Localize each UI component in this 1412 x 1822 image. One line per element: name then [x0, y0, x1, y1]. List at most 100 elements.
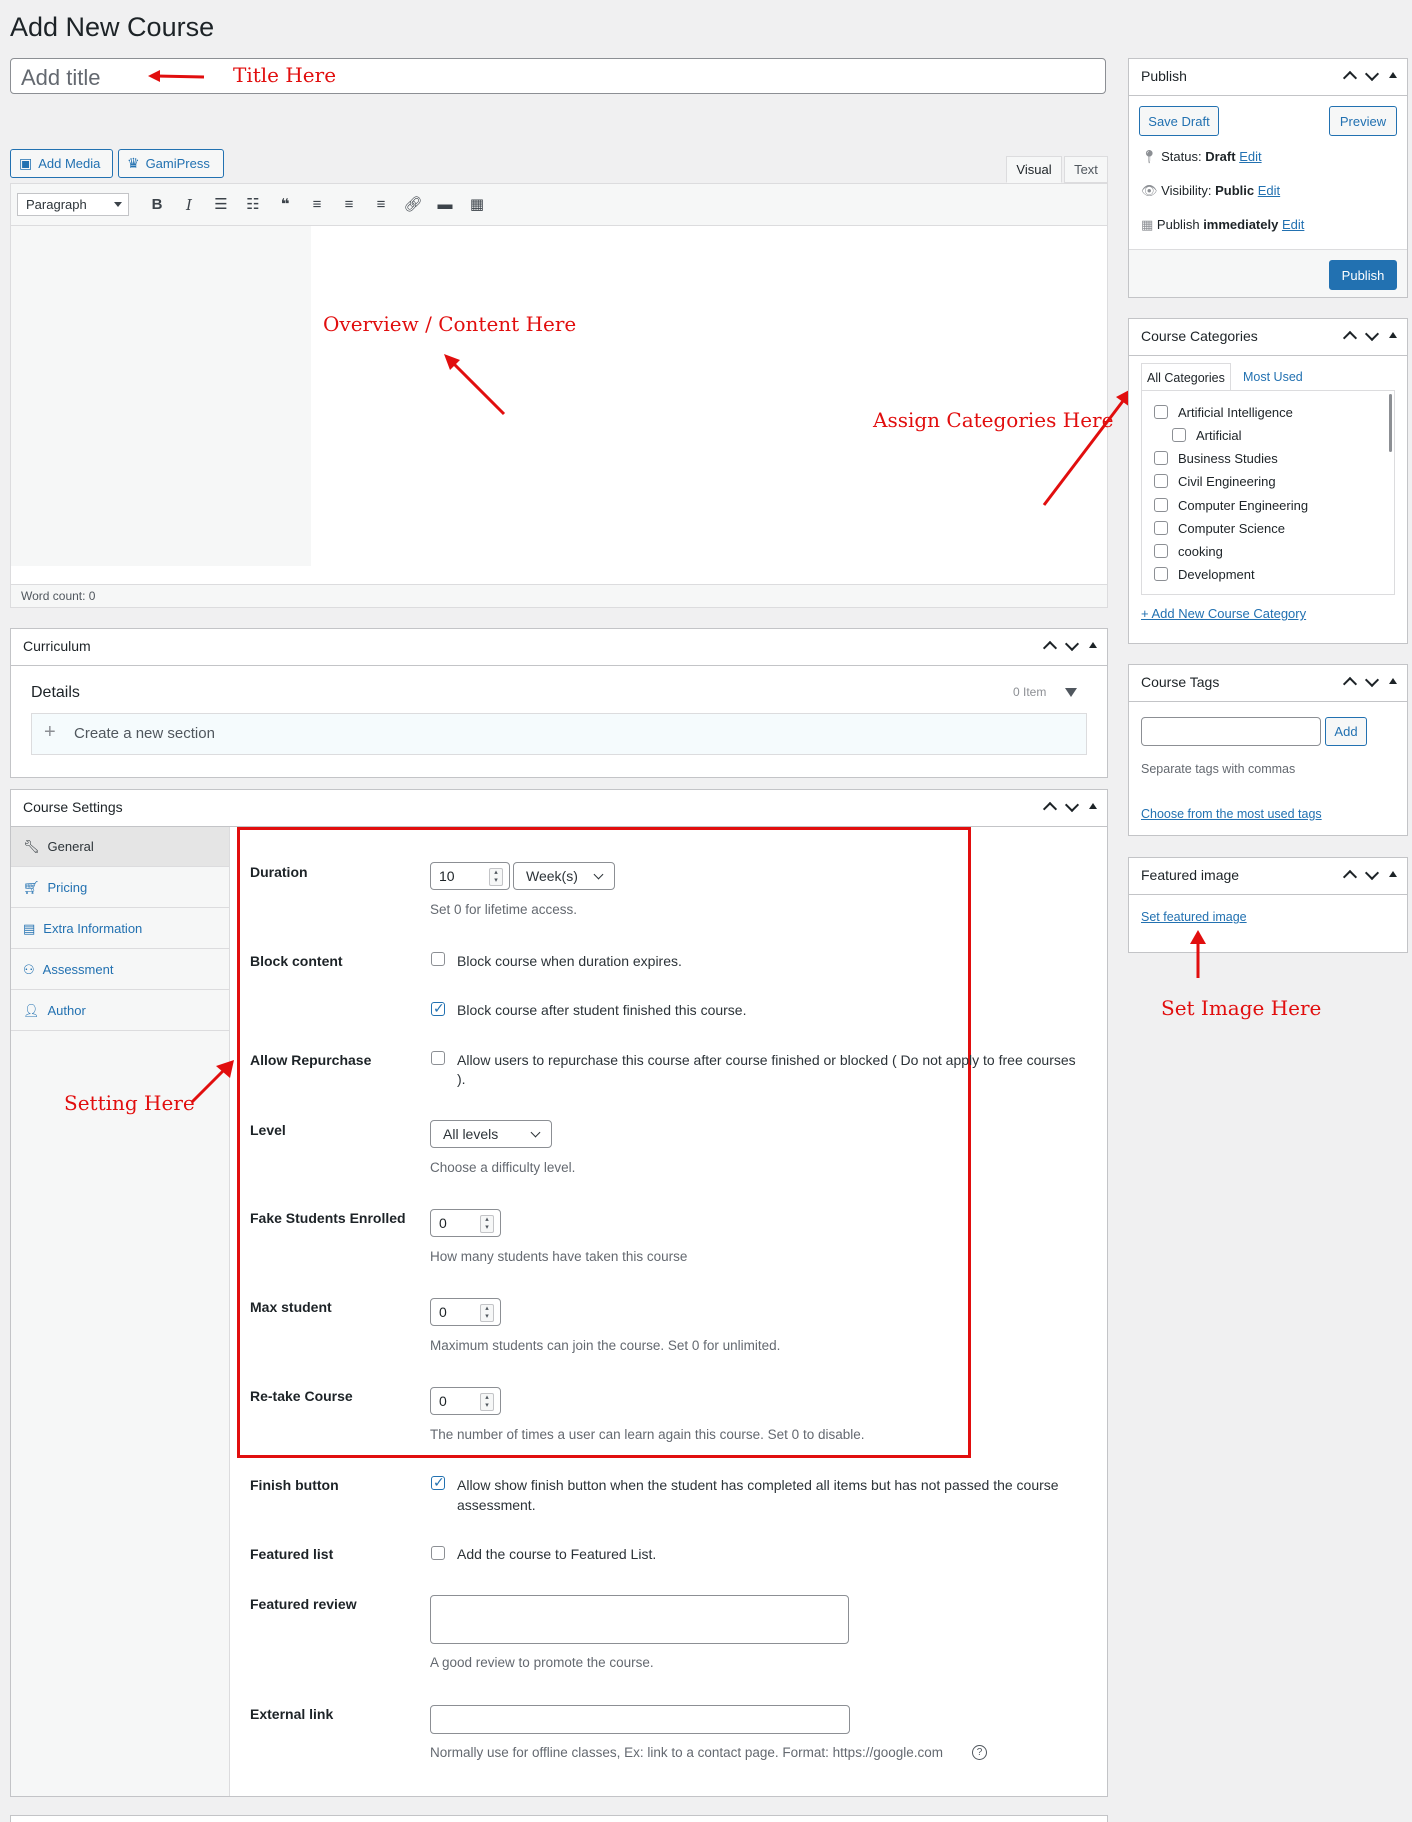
help-icon[interactable]: ? [972, 1745, 987, 1760]
align-right-icon[interactable]: ≡ [371, 196, 391, 214]
link-icon[interactable]: 🔗︎ [403, 196, 423, 214]
category-checkbox[interactable] [1154, 451, 1168, 465]
category-checkbox[interactable] [1154, 567, 1168, 581]
categories-header: Course Categories [1129, 319, 1407, 356]
add-new-category-link[interactable]: + Add New Course Category [1141, 606, 1306, 621]
max-student-label: Max student [250, 1299, 332, 1315]
publish-header: Publish [1129, 59, 1407, 96]
bold-icon[interactable]: B [147, 196, 167, 214]
collapse-icon[interactable] [1089, 642, 1097, 648]
stepper-icon[interactable]: ▴ ▾ [480, 1215, 494, 1233]
tab-text[interactable]: Text [1064, 156, 1108, 183]
category-label: Computer Science [1178, 521, 1285, 536]
set-featured-image-link[interactable]: Set featured image [1141, 910, 1247, 924]
category-checkbox[interactable] [1154, 498, 1168, 512]
move-down-icon[interactable] [1364, 865, 1380, 881]
publish-edit-link[interactable]: Edit [1282, 217, 1304, 232]
visibility-edit-link[interactable]: Edit [1258, 183, 1280, 198]
title-arrow [148, 70, 205, 82]
save-draft-button[interactable]: Save Draft [1139, 106, 1219, 136]
read-more-icon[interactable]: ▬ [435, 196, 455, 214]
tab-visual[interactable]: Visual [1006, 156, 1062, 183]
duration-input[interactable]: 10 ▴ ▾ [430, 862, 510, 890]
move-down-icon[interactable] [1064, 797, 1080, 813]
numbered-list-icon[interactable]: ☷ [243, 196, 263, 214]
caret-down-icon[interactable] [1065, 688, 1077, 697]
allow-repurchase-checkbox[interactable] [431, 1051, 445, 1065]
plus-icon: + [44, 721, 56, 743]
category-label: Artificial [1196, 428, 1242, 443]
status-value: Draft [1205, 149, 1236, 164]
stepper-icon[interactable]: ▴ ▾ [489, 868, 503, 886]
align-left-icon[interactable]: ≡ [307, 196, 327, 214]
external-link-input[interactable] [430, 1705, 850, 1734]
tab-extra-information[interactable]: ▤ Extra Information [11, 909, 229, 949]
featured-review-textarea[interactable] [430, 1595, 849, 1644]
preview-button[interactable]: Preview [1329, 106, 1397, 136]
course-settings-header: Course Settings [11, 790, 1107, 827]
italic-icon[interactable]: I [179, 196, 199, 214]
add-tag-button[interactable]: Add [1325, 717, 1367, 746]
publish-button[interactable]: Publish [1329, 260, 1397, 290]
add-media-button[interactable]: ▣ Add Media [10, 149, 113, 178]
move-up-icon[interactable] [1342, 869, 1358, 885]
gamipress-button[interactable]: ♛ GamiPress [118, 149, 224, 178]
move-up-icon[interactable] [1042, 801, 1058, 817]
category-checkbox[interactable] [1172, 428, 1186, 442]
tab-assessment[interactable]: ⚇ Assessment [11, 950, 229, 990]
add-media-icon: ▣ [19, 155, 33, 171]
level-label: Level [250, 1122, 286, 1138]
block-duration-checkbox[interactable] [431, 952, 445, 966]
retake-desc: The number of times a user can learn aga… [430, 1427, 865, 1442]
move-down-icon[interactable] [1364, 326, 1380, 342]
stepper-icon[interactable]: ▴ ▾ [480, 1304, 494, 1322]
tab-general[interactable]: 🔧︎ General [11, 827, 229, 867]
collapse-icon[interactable] [1089, 803, 1097, 809]
tab-all-categories[interactable]: All Categories [1141, 363, 1231, 391]
move-up-icon[interactable] [1342, 70, 1358, 86]
collapse-icon[interactable] [1389, 678, 1397, 684]
status-edit-link[interactable]: Edit [1239, 149, 1261, 164]
move-up-icon[interactable] [1342, 330, 1358, 346]
tab-most-used[interactable]: Most Used [1243, 370, 1303, 384]
blockquote-icon[interactable]: ❝ [275, 196, 295, 214]
create-section-row[interactable]: + Create a new section [31, 713, 1087, 755]
align-center-icon[interactable]: ≡ [339, 196, 359, 214]
category-checkbox[interactable] [1154, 521, 1168, 535]
move-up-icon[interactable] [1042, 640, 1058, 656]
category-checkbox[interactable] [1154, 474, 1168, 488]
move-down-icon[interactable] [1364, 672, 1380, 688]
collapse-icon[interactable] [1389, 871, 1397, 877]
move-up-icon[interactable] [1342, 676, 1358, 692]
level-select[interactable]: All levels [430, 1120, 552, 1148]
bullet-list-icon[interactable]: ☰ [211, 196, 231, 214]
collapse-icon[interactable] [1389, 332, 1397, 338]
category-checkbox[interactable] [1154, 544, 1168, 558]
block-finished-checkbox[interactable] [431, 1000, 445, 1017]
duration-unit-select[interactable]: Week(s) [513, 862, 615, 890]
category-label: Development [1178, 567, 1255, 582]
collapse-icon[interactable] [1389, 72, 1397, 78]
publish-actions: Publish [1129, 249, 1407, 297]
move-down-icon[interactable] [1364, 66, 1380, 82]
block-content-label: Block content [250, 953, 343, 969]
max-student-input[interactable]: 0 ▴ ▾ [430, 1298, 501, 1326]
tab-pricing[interactable]: 🛒︎ Pricing [11, 868, 229, 908]
tab-author[interactable]: 👤︎ Author [11, 991, 229, 1031]
toolbar-toggle-icon[interactable]: ▦ [467, 196, 487, 214]
content-editor[interactable]: Paragraph B I ☰ ☷ ❝ ≡ ≡ ≡ 🔗︎ ▬ ▦ Word co… [10, 183, 1108, 608]
choose-tags-link[interactable]: Choose from the most used tags [1141, 807, 1322, 821]
tags-input[interactable] [1141, 717, 1321, 746]
category-label: Computer Engineering [1178, 498, 1309, 513]
featured-list-checkbox[interactable] [431, 1546, 445, 1560]
format-select[interactable]: Paragraph [17, 193, 129, 216]
finish-button-checkbox[interactable] [431, 1474, 445, 1491]
fake-students-input[interactable]: 0 ▴ ▾ [430, 1209, 501, 1237]
visibility-row: 👁︎ Visibility: Public Edit [1141, 183, 1281, 198]
categories-scrollbar[interactable] [1389, 394, 1392, 452]
retake-input[interactable]: 0 ▴ ▾ [430, 1387, 501, 1415]
move-down-icon[interactable] [1064, 636, 1080, 652]
fake-students-label: Fake Students Enrolled [250, 1210, 406, 1226]
stepper-icon[interactable]: ▴ ▾ [480, 1393, 494, 1411]
category-checkbox[interactable] [1154, 405, 1168, 419]
